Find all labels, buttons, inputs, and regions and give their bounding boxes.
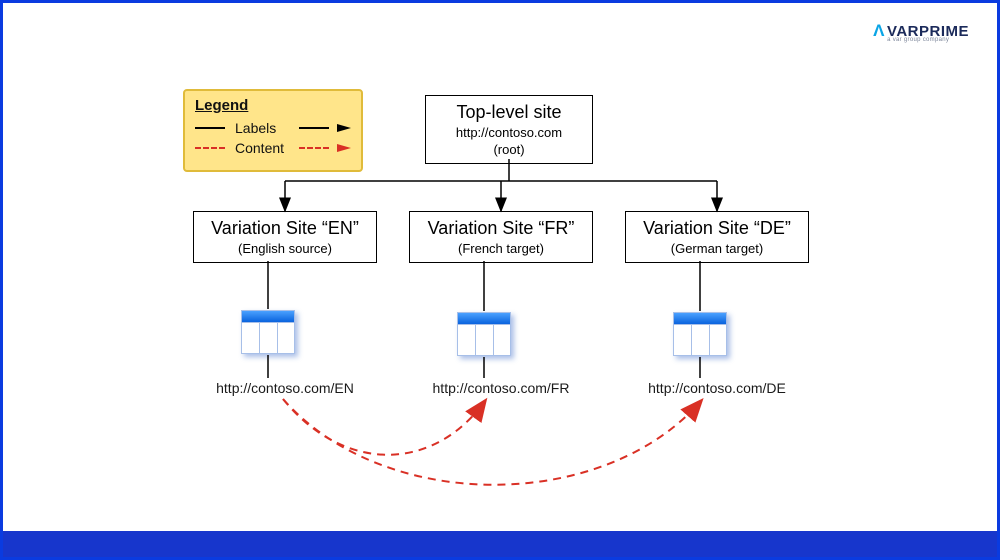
legend-row-content: Content xyxy=(195,138,351,158)
page-icon xyxy=(673,312,727,356)
site-de-url: http://contoso.com/DE xyxy=(625,380,809,396)
brand-caret-icon: Λ xyxy=(873,21,885,41)
site-en-url: http://contoso.com/EN xyxy=(193,380,377,396)
legend-content-text: Content xyxy=(235,140,291,156)
legend-labels-text: Labels xyxy=(235,120,291,136)
root-url: http://contoso.com xyxy=(432,125,586,140)
legend-title: Legend xyxy=(195,97,351,114)
brand-tagline: a var group company xyxy=(887,37,949,43)
site-fr-url: http://contoso.com/FR xyxy=(409,380,593,396)
legend-solid-line-icon xyxy=(195,127,225,129)
site-de-sub: (German target) xyxy=(632,241,802,256)
legend-box: Legend Labels Content xyxy=(183,89,363,172)
legend-dashed-line-icon xyxy=(195,147,225,149)
page-icon xyxy=(241,310,295,354)
legend-red-arrow-icon xyxy=(337,144,351,152)
site-en-title: Variation Site “EN” xyxy=(200,218,370,239)
variation-site-en-box: Variation Site “EN” (English source) xyxy=(193,211,377,263)
root-title: Top-level site xyxy=(432,102,586,123)
legend-dashed-line-icon xyxy=(299,147,329,149)
site-de-title: Variation Site “DE” xyxy=(632,218,802,239)
root-note: (root) xyxy=(432,142,586,157)
site-en-sub: (English source) xyxy=(200,241,370,256)
diagram-canvas: Legend Labels Content Top-level site htt… xyxy=(133,73,873,513)
site-fr-title: Variation Site “FR” xyxy=(416,218,586,239)
variation-site-fr-box: Variation Site “FR” (French target) xyxy=(409,211,593,263)
site-fr-sub: (French target) xyxy=(416,241,586,256)
brand-logo: Λ VARPRIME a var group company xyxy=(873,21,969,41)
legend-solid-line-icon xyxy=(299,127,329,129)
footer-bar xyxy=(3,531,997,557)
root-site-box: Top-level site http://contoso.com (root) xyxy=(425,95,593,164)
variation-site-de-box: Variation Site “DE” (German target) xyxy=(625,211,809,263)
legend-row-labels: Labels xyxy=(195,118,351,138)
legend-black-arrow-icon xyxy=(337,124,351,132)
page-icon xyxy=(457,312,511,356)
